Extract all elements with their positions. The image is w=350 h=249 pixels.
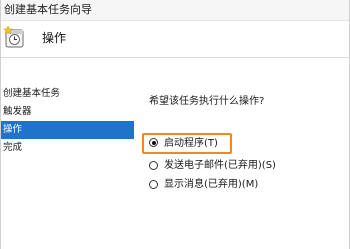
wizard-steps-nav: 创建基本任务 触发器 操作 完成 — [1, 85, 134, 157]
wizard-window: 创建基本任务向导 操作 创建基本任务 触发器 操作 完成 希望该任务执行什么操作… — [0, 0, 350, 249]
wizard-header: 操作 — [1, 21, 349, 58]
option-label: 启动程序(T) — [164, 138, 218, 149]
action-options: 启动程序(T) 发送电子邮件(已弃用)(S) 显示消息(已弃用)(M) — [142, 133, 323, 194]
question-area: 希望该任务执行什么操作? — [149, 95, 264, 109]
question-text: 希望该任务执行什么操作? — [149, 96, 265, 107]
step-create-basic-task[interactable]: 创建基本任务 — [1, 85, 134, 103]
step-label: 创建基本任务 — [3, 88, 61, 99]
window-title: 创建基本任务向导 — [4, 3, 92, 16]
title-bar[interactable]: 创建基本任务向导 — [1, 0, 349, 21]
step-label: 完成 — [3, 142, 23, 153]
radio-display-message[interactable] — [149, 180, 158, 189]
step-label: 触发器 — [3, 106, 32, 117]
step-label: 操作 — [3, 124, 23, 135]
step-trigger[interactable]: 触发器 — [1, 103, 134, 121]
step-action[interactable]: 操作 — [1, 121, 134, 139]
page-heading: 操作 — [42, 31, 67, 45]
option-start-program[interactable]: 启动程序(T) — [142, 133, 232, 154]
radio-send-email[interactable] — [149, 161, 158, 170]
option-label: 发送电子邮件(已弃用)(S) — [164, 160, 276, 171]
radio-start-program[interactable] — [149, 138, 158, 147]
option-send-email[interactable]: 发送电子邮件(已弃用)(S) — [143, 156, 323, 175]
task-scheduler-icon — [3, 25, 25, 49]
step-finish[interactable]: 完成 — [1, 139, 134, 157]
option-label: 显示消息(已弃用)(M) — [164, 179, 259, 190]
option-display-message[interactable]: 显示消息(已弃用)(M) — [143, 175, 323, 194]
